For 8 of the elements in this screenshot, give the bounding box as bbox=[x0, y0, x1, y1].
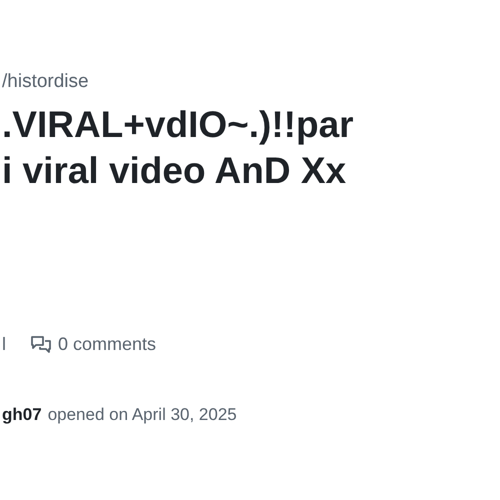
opened-date: opened on April 30, 2025 bbox=[48, 405, 237, 425]
issue-title: .VIRAL+vdIO~.)!!par bbox=[2, 103, 355, 147]
repository-link[interactable]: /histordise bbox=[2, 70, 500, 94]
author-link[interactable]: gh07 bbox=[2, 405, 42, 425]
comment-count: 0 comments bbox=[58, 334, 156, 355]
comments-icon bbox=[30, 334, 52, 354]
status-text: l bbox=[2, 334, 6, 355]
issue-title: i viral video AnD Xx bbox=[2, 149, 348, 193]
